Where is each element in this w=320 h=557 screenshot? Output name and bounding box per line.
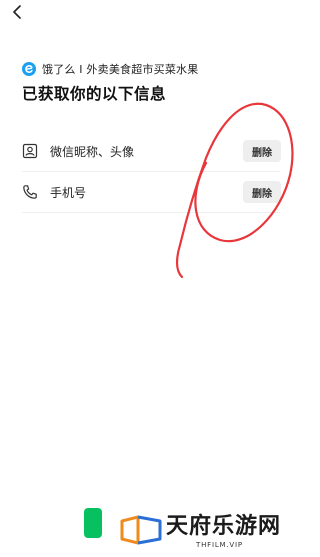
- permission-label: 微信昵称、头像: [50, 144, 135, 159]
- watermark-logo-icon: [120, 515, 162, 545]
- permission-label: 手机号: [50, 185, 87, 200]
- eleme-logo-icon: [22, 62, 36, 76]
- phone-icon: [23, 185, 37, 199]
- back-button[interactable]: [8, 2, 28, 22]
- delete-button[interactable]: 删除: [243, 140, 281, 162]
- watermark-subtitle: THFILM.VIP: [196, 541, 243, 549]
- chevron-left-icon: [13, 5, 21, 19]
- permission-row-profile: 微信昵称、头像 删除: [22, 131, 282, 171]
- app-info: 饿了么 I 外卖美食超市买菜水果: [22, 61, 198, 77]
- page-title: 已获取你的以下信息: [22, 85, 167, 103]
- green-button[interactable]: [84, 508, 102, 538]
- app-name: 饿了么 I 外卖美食超市买菜水果: [42, 63, 199, 76]
- divider: [22, 212, 280, 213]
- delete-button[interactable]: 删除: [243, 181, 281, 203]
- id-card-icon: [22, 143, 38, 159]
- permission-row-phone: 手机号 删除: [22, 172, 282, 212]
- watermark-title: 天府乐游网: [166, 514, 282, 539]
